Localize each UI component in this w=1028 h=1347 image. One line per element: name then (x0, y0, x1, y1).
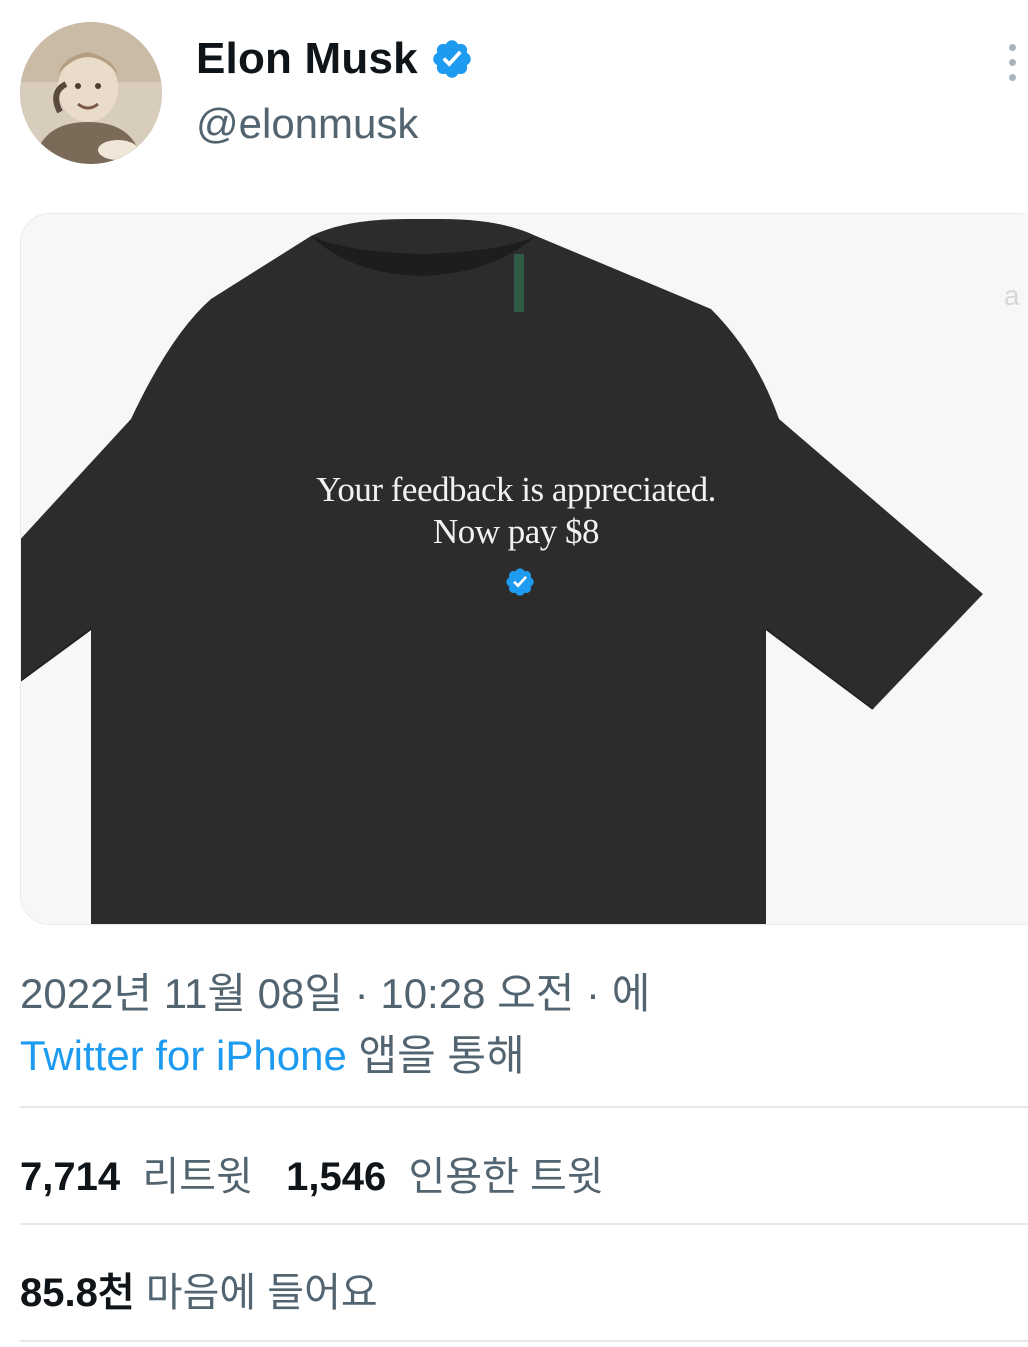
retweets-label: 리트윗 (142, 1155, 253, 1199)
divider (20, 1106, 1028, 1108)
quotes-stat[interactable]: 1,546 인용한 트윗 (286, 1155, 603, 1199)
more-vertical-icon (1008, 43, 1016, 51)
avatar-photo (20, 22, 162, 164)
likes-stat[interactable]: 85.8천 마음에 들어요 (20, 1271, 378, 1315)
divider (20, 1223, 1028, 1225)
more-vertical-icon (1008, 73, 1016, 81)
likes-count: 85.8천 (20, 1271, 135, 1315)
author-name-row[interactable]: Elon Musk (196, 34, 474, 84)
tweet-media[interactable]: Your feedback is appreciated. Now pay $8… (20, 213, 1028, 925)
more-options-button[interactable] (996, 34, 1028, 90)
stats-row-retweets: 7,714 리트윗 1,546 인용한 트윗 (20, 1144, 604, 1202)
shirt-text-line-2: Now pay $8 (432, 512, 600, 551)
shirt-verified-icon (506, 568, 534, 596)
retweets-stat[interactable]: 7,714 리트윗 (20, 1155, 253, 1199)
likes-label: 마음에 들어요 (145, 1271, 378, 1315)
more-vertical-icon (1008, 58, 1016, 66)
author-handle[interactable]: @elonmusk (196, 100, 418, 148)
stats-row-likes: 85.8천 마음에 들어요 (20, 1260, 378, 1318)
image-watermark: a (1004, 280, 1020, 311)
shirt-text-line-1: Your feedback is appreciated. (316, 470, 716, 509)
verified-badge-icon (433, 40, 471, 78)
tweet-source-line: Twitter for iPhone 앱을 통해 (20, 1022, 525, 1083)
tweet-source-suffix: 앱을 통해 (346, 1032, 525, 1079)
quotes-label: 인용한 트윗 (408, 1155, 604, 1199)
tweet-timestamp[interactable]: 2022년 11월 08일 · 10:28 오전 · 에 (20, 960, 650, 1021)
retweets-count: 7,714 (20, 1155, 121, 1199)
author-display-name[interactable]: Elon Musk (196, 34, 418, 84)
divider (20, 1340, 1028, 1342)
avatar[interactable] (20, 22, 162, 164)
tweet-source-link[interactable]: Twitter for iPhone (20, 1032, 347, 1079)
quotes-count: 1,546 (286, 1155, 387, 1199)
